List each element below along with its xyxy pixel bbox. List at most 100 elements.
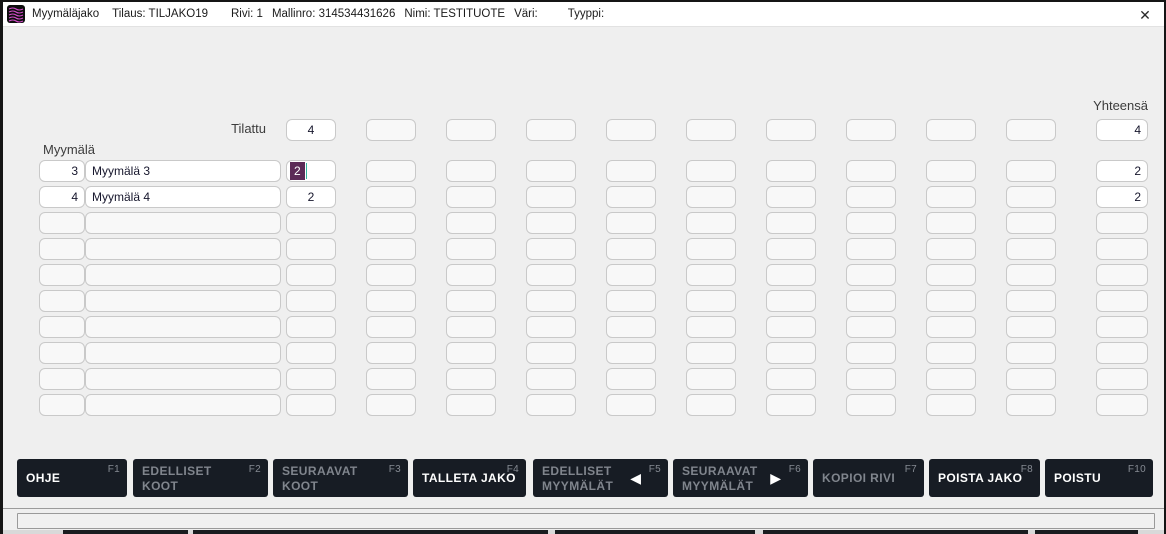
ordered-size-cell[interactable] [926, 119, 976, 141]
size-quantity-cell[interactable] [846, 264, 896, 286]
size-quantity-cell[interactable] [766, 316, 816, 338]
size-quantity-cell[interactable] [846, 160, 896, 182]
size-quantity-cell[interactable] [286, 342, 336, 364]
size-quantity-cell[interactable] [686, 264, 736, 286]
size-quantity-cell[interactable] [846, 368, 896, 390]
talleta-jako-button[interactable]: TALLETA JAKOF4 [413, 459, 526, 497]
size-quantity-cell[interactable] [606, 290, 656, 312]
size-quantity-cell[interactable] [766, 264, 816, 286]
row-total-cell[interactable] [1096, 316, 1148, 338]
store-number-field[interactable] [39, 316, 85, 338]
size-quantity-cell[interactable] [606, 160, 656, 182]
size-quantity-cell[interactable] [446, 394, 496, 416]
size-quantity-cell[interactable] [686, 290, 736, 312]
size-quantity-cell[interactable] [526, 394, 576, 416]
size-quantity-cell[interactable] [526, 342, 576, 364]
store-number-field[interactable] [39, 238, 85, 260]
ordered-size-cell[interactable] [526, 119, 576, 141]
row-total-cell[interactable] [1096, 342, 1148, 364]
ohje-button[interactable]: OHJEF1 [17, 459, 127, 497]
size-quantity-cell[interactable] [766, 290, 816, 312]
store-name-field[interactable] [85, 394, 281, 416]
size-quantity-cell[interactable] [926, 264, 976, 286]
size-quantity-cell[interactable] [1006, 186, 1056, 208]
size-quantity-cell[interactable] [686, 342, 736, 364]
row-total-cell[interactable]: 2 [1096, 186, 1148, 208]
size-quantity-cell[interactable] [446, 160, 496, 182]
size-quantity-cell[interactable] [766, 212, 816, 234]
size-quantity-cell[interactable] [686, 160, 736, 182]
size-quantity-cell[interactable] [766, 186, 816, 208]
poista-jako-button[interactable]: POISTA JAKOF8 [929, 459, 1040, 497]
size-quantity-cell[interactable] [1006, 160, 1056, 182]
store-name-field[interactable] [85, 368, 281, 390]
size-quantity-cell[interactable] [766, 342, 816, 364]
size-quantity-cell[interactable] [926, 394, 976, 416]
size-quantity-cell[interactable] [606, 316, 656, 338]
size-quantity-cell[interactable] [446, 342, 496, 364]
seuraavat-myymalat-button[interactable]: SEURAAVAT MYYMÄLÄTF6▶ [673, 459, 808, 497]
size-quantity-cell[interactable] [926, 342, 976, 364]
store-name-field[interactable] [85, 290, 281, 312]
ordered-size-cell[interactable]: 4 [286, 119, 336, 141]
size-quantity-cell[interactable] [366, 342, 416, 364]
size-quantity-cell[interactable] [446, 238, 496, 260]
row-total-cell[interactable] [1096, 238, 1148, 260]
size-quantity-cell[interactable] [846, 186, 896, 208]
ordered-size-cell[interactable] [686, 119, 736, 141]
size-quantity-cell[interactable] [846, 394, 896, 416]
size-quantity-cell[interactable] [926, 212, 976, 234]
size-quantity-cell[interactable] [286, 290, 336, 312]
size-quantity-cell[interactable] [846, 290, 896, 312]
size-quantity-cell[interactable] [446, 186, 496, 208]
ordered-total-cell[interactable]: 4 [1096, 119, 1148, 141]
ordered-size-cell[interactable] [766, 119, 816, 141]
store-number-field[interactable] [39, 342, 85, 364]
ordered-size-cell[interactable] [366, 119, 416, 141]
size-quantity-cell[interactable] [526, 160, 576, 182]
row-total-cell[interactable] [1096, 394, 1148, 416]
size-quantity-cell[interactable] [846, 212, 896, 234]
store-name-field[interactable] [85, 316, 281, 338]
poistu-button[interactable]: POISTUF10 [1045, 459, 1153, 497]
size-quantity-cell[interactable] [766, 368, 816, 390]
size-quantity-cell[interactable] [446, 368, 496, 390]
size-quantity-cell[interactable] [686, 368, 736, 390]
size-quantity-cell[interactable] [606, 212, 656, 234]
size-quantity-cell[interactable] [1006, 394, 1056, 416]
close-icon[interactable]: ✕ [1135, 5, 1155, 25]
size-quantity-cell[interactable] [526, 316, 576, 338]
row-total-cell[interactable] [1096, 290, 1148, 312]
store-name-field[interactable] [85, 238, 281, 260]
edelliset-koot-button[interactable]: EDELLISET KOOTF2 [133, 459, 268, 497]
size-quantity-cell[interactable] [366, 368, 416, 390]
row-total-cell[interactable] [1096, 368, 1148, 390]
store-name-field[interactable]: Myymälä 4 [85, 186, 281, 208]
store-name-field[interactable] [85, 342, 281, 364]
size-quantity-cell[interactable] [606, 368, 656, 390]
size-quantity-cell[interactable] [366, 394, 416, 416]
store-number-field[interactable] [39, 212, 85, 234]
size-quantity-cell[interactable] [526, 212, 576, 234]
size-quantity-cell[interactable] [366, 238, 416, 260]
size-quantity-cell[interactable] [446, 212, 496, 234]
size-quantity-cell[interactable] [926, 290, 976, 312]
size-quantity-cell[interactable] [686, 316, 736, 338]
seuraavat-koot-button[interactable]: SEURAAVAT KOOTF3 [273, 459, 408, 497]
size-quantity-cell[interactable] [526, 290, 576, 312]
size-quantity-cell[interactable] [286, 316, 336, 338]
size-quantity-cell[interactable] [286, 238, 336, 260]
size-quantity-cell[interactable] [526, 264, 576, 286]
ordered-size-cell[interactable] [606, 119, 656, 141]
size-quantity-cell[interactable] [766, 160, 816, 182]
size-quantity-cell[interactable] [606, 264, 656, 286]
store-number-field[interactable] [39, 290, 85, 312]
size-quantity-cell[interactable] [686, 238, 736, 260]
size-quantity-cell[interactable] [526, 186, 576, 208]
store-number-field[interactable]: 3 [39, 160, 85, 182]
store-name-field[interactable]: Myymälä 3 [85, 160, 281, 182]
size-quantity-cell[interactable] [686, 212, 736, 234]
size-quantity-cell[interactable] [1006, 368, 1056, 390]
size-quantity-cell[interactable] [686, 186, 736, 208]
size-quantity-cell[interactable] [926, 368, 976, 390]
